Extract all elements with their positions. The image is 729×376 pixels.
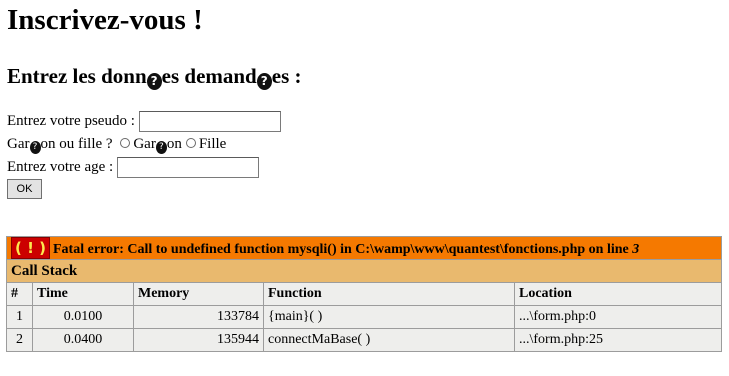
col-function: Function <box>263 282 515 306</box>
gender-row: Gar? on ou fille ? Gar? on Fille <box>7 134 226 154</box>
row-location: ...\form.php:0 <box>514 305 722 329</box>
column-header-row: # Time Memory Function Location <box>6 282 722 306</box>
row-num: 2 <box>6 328 33 352</box>
gender-label-part-2: on ou fille ? <box>40 136 113 152</box>
page-title: Inscrivez-vous ! <box>7 4 203 36</box>
radio-boy[interactable] <box>120 138 131 148</box>
radio-girl-label: Fille <box>198 136 227 152</box>
replacement-char-icon: ? <box>146 73 162 90</box>
pseudo-input[interactable] <box>138 111 281 133</box>
subtitle-part-3: es : <box>271 64 302 88</box>
row-time: 0.0400 <box>32 328 134 352</box>
age-row: Entrez votre age : <box>7 157 259 179</box>
error-message: Fatal error: Call to undefined function … <box>53 242 633 257</box>
table-row: 2 0.0400 135944 connectMaBase( ) ...\for… <box>6 328 722 352</box>
age-input[interactable] <box>116 157 259 179</box>
col-num: # <box>6 282 33 306</box>
error-icon: ( ! ) <box>11 237 50 259</box>
col-time: Time <box>32 282 134 306</box>
row-location: ...\form.php:25 <box>514 328 722 352</box>
radio-girl[interactable] <box>185 138 196 148</box>
radio-boy-label-part-2: on <box>166 136 182 152</box>
subtitle-part-1: Entrez les donn <box>7 64 147 88</box>
row-num: 1 <box>6 305 33 329</box>
fatal-error-row: ( ! ) Fatal error: Call to undefined func… <box>6 236 722 260</box>
replacement-char-icon: ? <box>256 73 272 90</box>
replacement-char-icon: ? <box>155 141 167 154</box>
gender-label-part-1: Gar <box>7 136 30 152</box>
radio-boy-label: Gar? on <box>133 136 182 154</box>
row-time: 0.0100 <box>32 305 134 329</box>
row-memory: 135944 <box>133 328 264 352</box>
age-label: Entrez votre age : <box>7 159 114 175</box>
row-function: {main}( ) <box>263 305 515 329</box>
pseudo-row: Entrez votre pseudo : <box>7 111 281 133</box>
col-memory: Memory <box>133 282 264 306</box>
error-line: 3 <box>632 242 640 257</box>
row-function: connectMaBase( ) <box>263 328 515 352</box>
replacement-char-icon: ? <box>29 141 41 154</box>
call-stack-header-row: Call Stack <box>6 259 722 283</box>
row-memory: 133784 <box>133 305 264 329</box>
submit-button[interactable]: OK <box>7 179 42 199</box>
error-table: ( ! ) Fatal error: Call to undefined func… <box>6 236 722 352</box>
pseudo-label: Entrez votre pseudo : <box>7 113 135 129</box>
col-location: Location <box>514 282 722 306</box>
subtitle-part-2: es demand <box>161 64 257 88</box>
gender-label: Gar? on ou fille ? <box>7 136 113 154</box>
page-subtitle: Entrez les donn? es demand? es : <box>7 63 302 90</box>
table-row: 1 0.0100 133784 {main}( ) ...\form.php:0 <box>6 305 722 329</box>
radio-boy-label-part-1: Gar <box>133 136 156 152</box>
call-stack-title: Call Stack <box>6 259 722 283</box>
fatal-error-cell: ( ! ) Fatal error: Call to undefined func… <box>6 236 722 260</box>
